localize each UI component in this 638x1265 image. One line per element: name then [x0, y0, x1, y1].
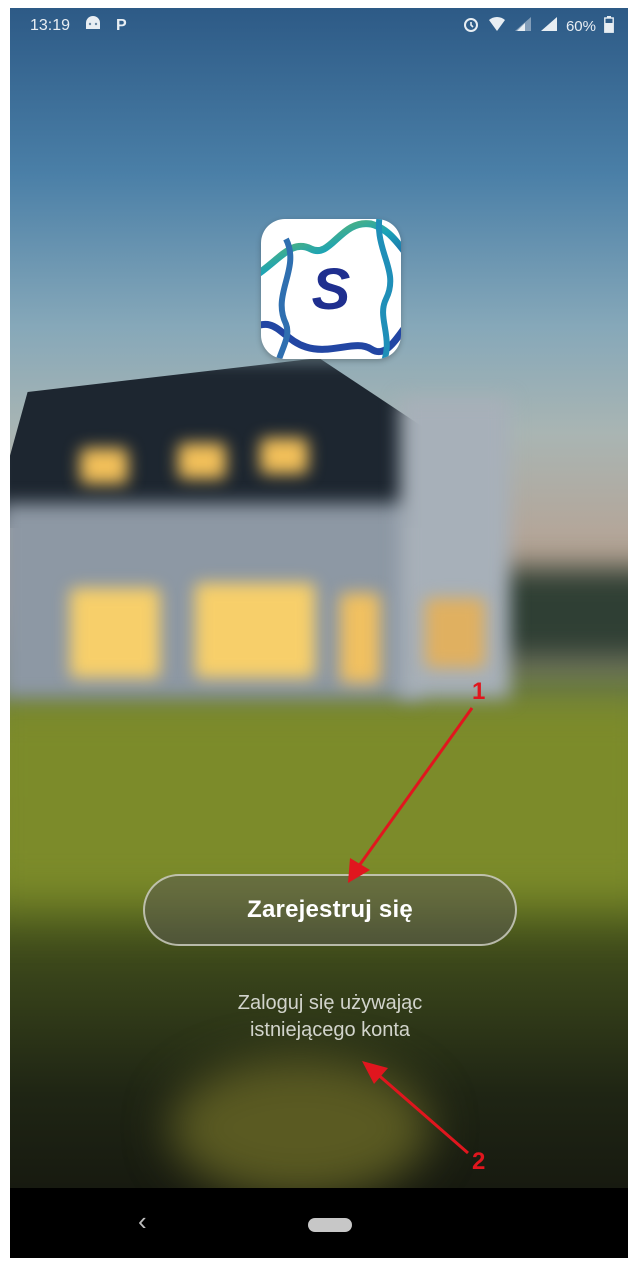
- annotation-arrow-1: [354, 707, 474, 871]
- phone-frame: 13:19 P 60% S Zarejestruj się Zaloguj si…: [10, 8, 628, 1258]
- annotation-marker-1: 1: [472, 678, 486, 705]
- annotation-arrow-2: [374, 1070, 469, 1155]
- welcome-screen: 13:19 P 60% S Zarejestruj się Zaloguj si…: [10, 8, 628, 1188]
- annotation-overlay: [348, 707, 474, 1155]
- annotation-marker-2: 2: [472, 1148, 486, 1175]
- back-icon[interactable]: ‹: [138, 1206, 147, 1237]
- home-pill-button[interactable]: [308, 1218, 352, 1232]
- annotation-arrowhead-1: [348, 858, 370, 883]
- navigation-bar: ‹: [10, 1188, 628, 1258]
